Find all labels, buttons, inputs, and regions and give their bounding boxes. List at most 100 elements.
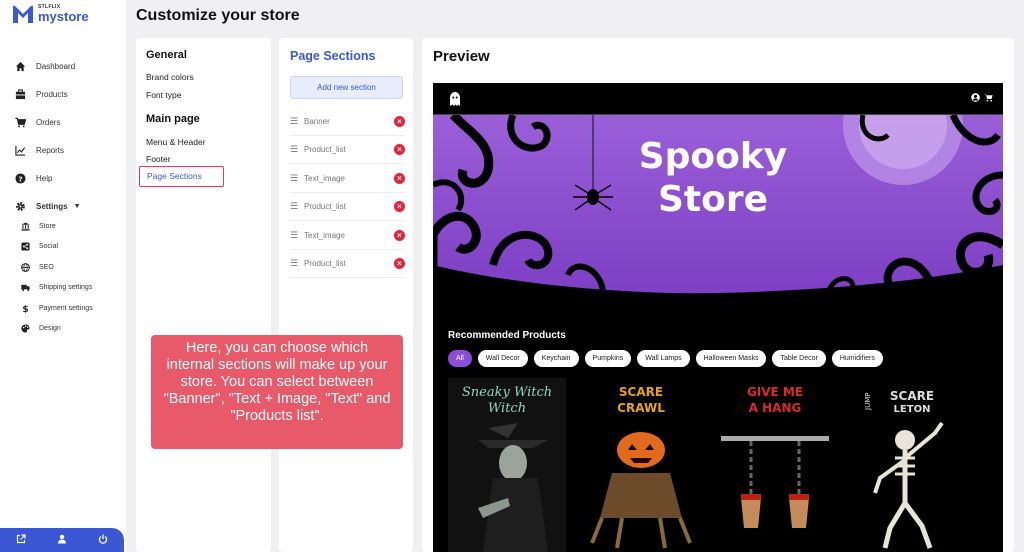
svg-text:A HANG: A HANG bbox=[749, 401, 802, 415]
svg-text:CRAWL: CRAWL bbox=[617, 401, 665, 415]
delete-icon[interactable]: × bbox=[394, 173, 405, 184]
section-name: Text_image bbox=[304, 231, 345, 240]
store-header bbox=[433, 83, 1003, 115]
dollar-icon: $ bbox=[20, 303, 30, 313]
sub-label: Design bbox=[39, 325, 61, 333]
nav-label: Products bbox=[36, 89, 68, 99]
product-card-scare-crawl[interactable]: SCARE CRAWL bbox=[582, 378, 700, 552]
logo[interactable]: STLFLIX mystore bbox=[12, 4, 89, 24]
help-icon: ? bbox=[14, 172, 26, 184]
svg-text:LETON: LETON bbox=[894, 404, 931, 415]
sub-item-shipping[interactable]: Shipping settings bbox=[0, 278, 126, 299]
settings-subnav: Store Social SEO Shipping settings $ Pay… bbox=[0, 216, 126, 339]
drag-handle-icon[interactable]: ☰ bbox=[290, 173, 304, 184]
chip-keychain[interactable]: Keychain bbox=[533, 350, 579, 367]
sub-label: Store bbox=[39, 222, 56, 230]
section-row[interactable]: ☰ Product_list × bbox=[290, 250, 405, 278]
section-name: Product_list bbox=[304, 259, 346, 268]
product-title: Witch bbox=[488, 401, 526, 416]
section-name: Product_list bbox=[304, 202, 346, 211]
chip-halloween-masks[interactable]: Halloween Masks bbox=[695, 350, 767, 367]
section-name: Banner bbox=[304, 117, 330, 126]
nav-label: Dashboard bbox=[36, 61, 76, 71]
svg-text:SCARE: SCARE bbox=[890, 389, 934, 403]
sub-label: Social bbox=[39, 243, 59, 251]
drag-handle-icon[interactable]: ☰ bbox=[290, 144, 304, 155]
chart-icon bbox=[14, 144, 26, 156]
section-row[interactable]: ☰ Banner × bbox=[290, 108, 405, 136]
nav-item-dashboard[interactable]: Dashboard bbox=[0, 52, 126, 80]
customize-settings-panel: General Brand colors Font type Main page… bbox=[136, 38, 271, 552]
palette-icon bbox=[20, 324, 30, 334]
nav-item-help[interactable]: ? Help bbox=[0, 164, 126, 192]
product-card-sneaky-witch[interactable]: Sneaky Witch Witch bbox=[448, 378, 566, 552]
link-brand-colors[interactable]: Brand colors bbox=[146, 72, 194, 82]
gear-icon bbox=[14, 200, 26, 212]
sub-item-design[interactable]: Design bbox=[0, 319, 126, 340]
home-icon bbox=[14, 60, 26, 72]
product-title: Sneaky Witch bbox=[462, 385, 552, 400]
recommended-title: Recommended Products bbox=[448, 330, 566, 341]
chip-wall-lamps[interactable]: Wall Lamps bbox=[637, 350, 690, 367]
section-name: Text_image bbox=[304, 174, 345, 183]
product-card-give-me-a-hang[interactable]: GIVE ME A HANG bbox=[716, 378, 834, 552]
page-title: Customize your store bbox=[136, 7, 300, 24]
banner-title: Spooky Store bbox=[638, 136, 788, 221]
main-page-heading: Main page bbox=[146, 113, 200, 125]
drag-handle-icon[interactable]: ☰ bbox=[290, 230, 304, 241]
user-icon[interactable] bbox=[57, 531, 67, 549]
section-row[interactable]: ☰ Product_list × bbox=[290, 136, 405, 164]
svg-text:?: ? bbox=[18, 174, 22, 183]
product-card-jump-scareleton[interactable]: SCARE LETON JUMP bbox=[850, 378, 968, 552]
store-preview: Spooky Store Recommended Products All Wa… bbox=[433, 83, 1003, 552]
sub-label: SEO bbox=[39, 263, 54, 271]
preview-title: Preview bbox=[433, 48, 490, 65]
section-row[interactable]: ☰ Product_list × bbox=[290, 193, 405, 221]
section-row[interactable]: ☰ Text_image × bbox=[290, 165, 405, 193]
link-page-sections[interactable]: Page Sections bbox=[139, 166, 224, 187]
chip-table-decor[interactable]: Table Decor bbox=[772, 350, 826, 367]
drag-handle-icon[interactable]: ☰ bbox=[290, 116, 304, 127]
delete-icon[interactable]: × bbox=[394, 201, 405, 212]
product-grid: Sneaky Witch Witch SCARE CRAWL GIVE ME A… bbox=[448, 378, 993, 552]
add-new-section-button[interactable]: Add new section bbox=[290, 76, 403, 99]
sub-item-social[interactable]: Social bbox=[0, 237, 126, 258]
account-icon[interactable] bbox=[971, 93, 980, 102]
chip-humidifiers[interactable]: Humidifiers bbox=[831, 350, 883, 367]
sub-item-seo[interactable]: SEO bbox=[0, 257, 126, 278]
external-link-icon[interactable] bbox=[16, 531, 26, 549]
svg-text:SCARE: SCARE bbox=[619, 385, 663, 399]
section-row[interactable]: ☰ Text_image × bbox=[290, 222, 405, 250]
delete-icon[interactable]: × bbox=[394, 230, 405, 241]
nav-item-products[interactable]: Products bbox=[0, 80, 126, 108]
logo-m-icon bbox=[13, 5, 33, 24]
svg-text:JUMP: JUMP bbox=[864, 393, 872, 411]
sub-item-payment[interactable]: $ Payment settings bbox=[0, 298, 126, 319]
svg-text:$: $ bbox=[22, 305, 28, 313]
delete-icon[interactable]: × bbox=[394, 116, 405, 127]
nav-item-reports[interactable]: Reports bbox=[0, 136, 126, 164]
store-cart-icon[interactable] bbox=[984, 93, 993, 102]
share-icon bbox=[20, 242, 30, 252]
sub-item-store[interactable]: Store bbox=[0, 216, 126, 237]
nav-label: Settings bbox=[36, 201, 68, 211]
section-name: Product_list bbox=[304, 145, 346, 154]
box-icon bbox=[14, 88, 26, 100]
chip-pumpkins[interactable]: Pumpkins bbox=[584, 350, 632, 367]
chip-wall-decor[interactable]: Wall Decor bbox=[477, 350, 528, 367]
chip-all[interactable]: All bbox=[448, 350, 472, 367]
page-sections-panel: Page Sections Add new section ☰ Banner ×… bbox=[279, 38, 413, 552]
nav-label: Reports bbox=[36, 145, 65, 155]
nav-item-orders[interactable]: Orders bbox=[0, 108, 126, 136]
sub-label: Payment settings bbox=[39, 304, 93, 312]
link-menu-header[interactable]: Menu & Header bbox=[146, 137, 206, 147]
drag-handle-icon[interactable]: ☰ bbox=[290, 258, 304, 269]
link-footer[interactable]: Footer bbox=[146, 154, 171, 164]
drag-handle-icon[interactable]: ☰ bbox=[290, 201, 304, 212]
bank-icon bbox=[20, 221, 30, 231]
power-icon[interactable] bbox=[98, 531, 108, 549]
delete-icon[interactable]: × bbox=[394, 258, 405, 269]
nav-label: Orders bbox=[36, 117, 61, 127]
link-font-type[interactable]: Font type bbox=[146, 90, 181, 100]
delete-icon[interactable]: × bbox=[394, 144, 405, 155]
